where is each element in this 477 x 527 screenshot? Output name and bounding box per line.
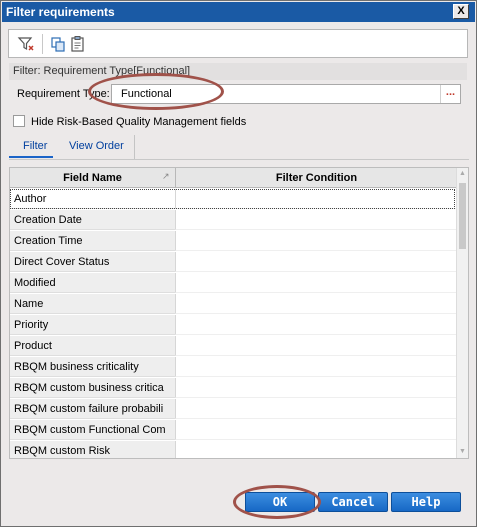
requirement-type-field[interactable]: Functional ... [111,84,461,104]
table-row[interactable]: Product [10,336,457,357]
filter-summary: Filter: Requirement Type[Functional] [9,63,467,80]
table-row[interactable]: Author [10,189,457,210]
table-row[interactable]: RBQM business criticality [10,357,457,378]
help-button[interactable]: Help [391,492,461,512]
scroll-up-icon[interactable]: ▲ [457,168,468,180]
table-row[interactable]: Name [10,294,457,315]
grid-rows: Author Creation Date Creation Time Direc… [10,189,457,458]
cancel-button[interactable]: Cancel [318,492,388,512]
filter-condition-cell[interactable] [175,399,457,419]
ok-button[interactable]: OK [245,492,315,512]
filter-icon[interactable] [17,35,35,53]
toolbar [8,29,468,58]
field-name-cell: Priority [10,315,175,335]
field-name-cell: Modified [10,273,175,293]
table-row[interactable]: Modified [10,273,457,294]
hide-rbqm-label: Hide Risk-Based Quality Management field… [31,116,247,128]
selection-outline [10,189,455,209]
field-name-cell: RBQM custom Functional Com [10,420,175,440]
filter-condition-cell[interactable] [175,441,457,458]
grid-header: Field Name ↗ Filter Condition [10,168,457,188]
table-row[interactable]: RBQM custom failure probabili [10,399,457,420]
fields-grid: Field Name ↗ Filter Condition Author Cre… [9,167,469,459]
field-name-cell: RBQM business criticality [10,357,175,377]
table-row[interactable]: Creation Time [10,231,457,252]
field-name-cell: RBQM custom failure probabili [10,399,175,419]
filter-condition-cell[interactable] [175,294,457,314]
filter-condition-cell[interactable] [175,252,457,272]
field-name-cell: RBQM custom Risk [10,441,175,458]
filter-condition-cell[interactable] [175,210,457,230]
sort-icon: ↗ [162,171,170,181]
filter-condition-cell[interactable] [175,378,457,398]
filter-requirements-dialog: Filter requirements X Filter: Requiremen… [0,0,477,527]
table-row[interactable]: RBQM custom business critica [10,378,457,399]
field-name-cell: Direct Cover Status [10,252,175,272]
browse-button[interactable]: ... [440,85,460,103]
active-tab-indicator [9,156,53,158]
field-name-cell: Name [10,294,175,314]
tab-view-order[interactable]: View Order [59,135,135,159]
field-name-header[interactable]: Field Name [10,172,175,184]
table-row[interactable]: RBQM custom Risk [10,441,457,458]
table-row[interactable]: Creation Date [10,210,457,231]
filter-condition-cell[interactable] [175,357,457,377]
field-name-cell: Creation Date [10,210,175,230]
tab-divider [9,159,469,160]
requirement-type-label: Requirement Type: [17,88,110,100]
copy-icon[interactable] [49,35,67,53]
filter-condition-header[interactable]: Filter Condition [176,172,457,184]
vertical-scrollbar[interactable]: ▲ ▼ [456,168,468,458]
requirement-type-value: Functional [121,88,172,100]
filter-condition-cell[interactable] [175,231,457,251]
scroll-thumb[interactable] [459,183,466,249]
tab-bar: Filter View Order [9,135,467,159]
field-name-cell: Product [10,336,175,356]
filter-condition-cell[interactable] [175,273,457,293]
table-row[interactable]: Priority [10,315,457,336]
field-name-cell: RBQM custom business critica [10,378,175,398]
field-name-cell: Creation Time [10,231,175,251]
dialog-title: Filter requirements [6,5,115,19]
hide-rbqm-checkbox[interactable] [13,115,25,127]
close-button[interactable]: X [453,4,469,19]
clipboard-icon[interactable] [69,35,87,53]
table-row[interactable]: RBQM custom Functional Com [10,420,457,441]
table-row[interactable]: Direct Cover Status [10,252,457,273]
title-bar: Filter requirements X [2,2,475,22]
filter-condition-cell[interactable] [175,336,457,356]
scroll-down-icon[interactable]: ▼ [457,446,468,458]
filter-condition-cell[interactable] [175,420,457,440]
filter-condition-cell[interactable] [175,315,457,335]
toolbar-separator [42,34,43,54]
